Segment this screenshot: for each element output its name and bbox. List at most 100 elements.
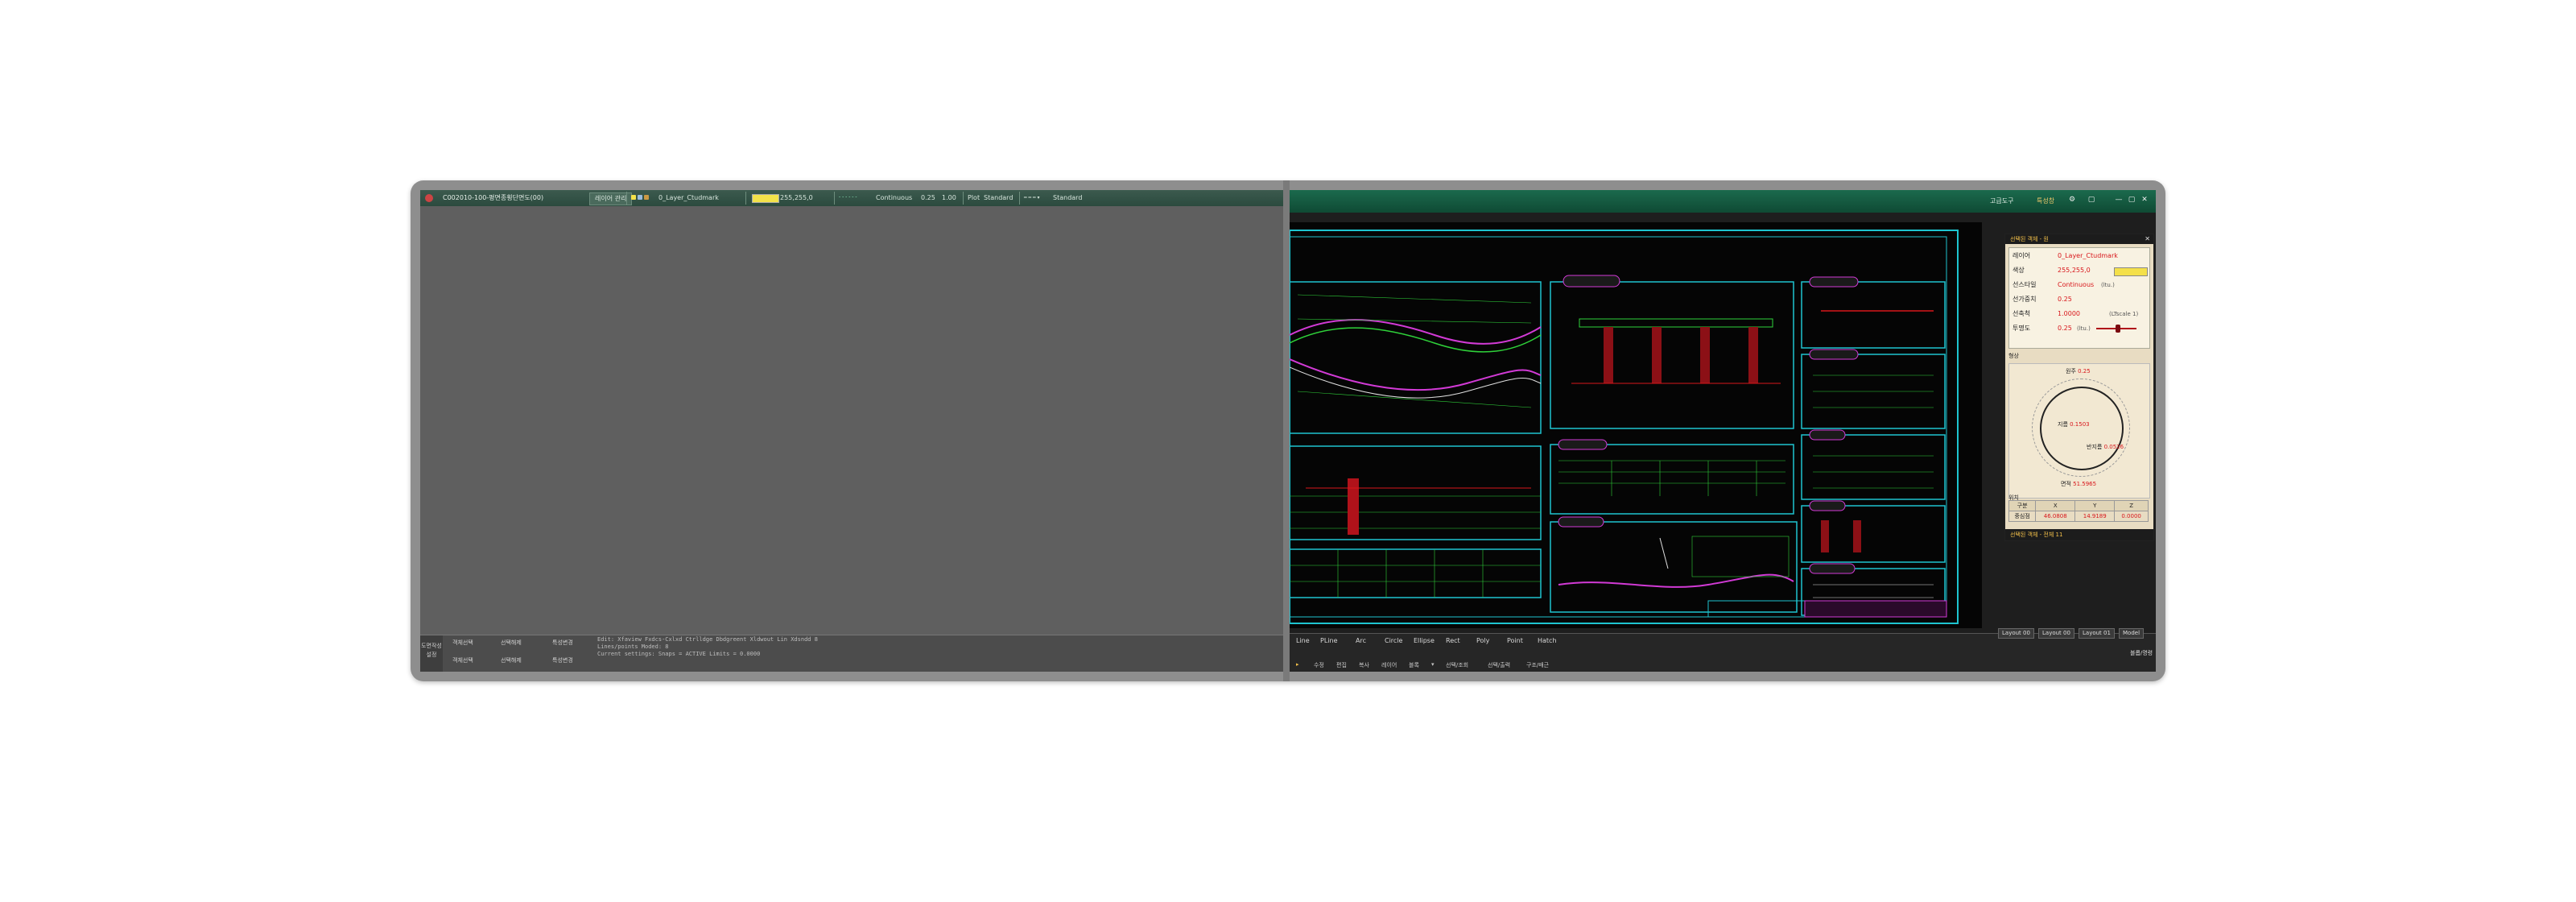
properties-window-label[interactable]: 특성창: [2037, 197, 2054, 205]
left-toolbar: C002010-100-평면종횡단면도(00) 레이어 관리 0_Layer_C…: [420, 190, 1283, 207]
close-icon[interactable]: ✕: [2145, 234, 2150, 244]
lineweight-value[interactable]: 0.25: [921, 192, 935, 204]
select-object-button-2[interactable]: 객체선택: [452, 656, 473, 665]
property-key: 투명도: [2013, 325, 2031, 332]
right-title-bar: 고급도구 특성창 ⚙ ▢ — ▢ ✕: [1290, 190, 2156, 213]
color-value[interactable]: 255,255,0: [780, 192, 813, 204]
cad-drawing-sheet[interactable]: [1290, 222, 1982, 628]
property-row-layer[interactable]: 레이어 0_Layer_Ctudmark: [2013, 250, 2146, 263]
panel-title: 선택된 객체 - 원: [2010, 236, 2049, 242]
monitor-bezel-gap: [1283, 180, 1290, 681]
dual-monitor-frame: C002010-100-평면종횡단면도(00) 레이어 관리 0_Layer_C…: [411, 180, 2165, 681]
linetype-preview-icon: - - - - - -: [839, 194, 857, 200]
property-key: 색상: [2013, 267, 2025, 274]
layer-dropdown[interactable]: 0_Layer_Ctudmark: [658, 192, 719, 204]
panel-header: 선택된 객체 - 원 ✕: [2005, 234, 2153, 244]
property-row-transparency[interactable]: 투명도 0.25 (ltu.): [2013, 322, 2146, 335]
y-value[interactable]: 14.9189: [2074, 511, 2116, 522]
advanced-tools-label[interactable]: 고급도구: [1990, 197, 2013, 205]
command-history[interactable]: Edit: Xfaview Fxdcs-Cxlxd Ctrlldge Dbdgr…: [597, 636, 1274, 668]
maximize-icon[interactable]: ▢: [2127, 195, 2136, 205]
layout-tab[interactable]: Layout 00: [1998, 628, 2034, 639]
deselect-button-2[interactable]: 선택해제: [501, 656, 522, 665]
blob-command-label[interactable]: 블롭/명령: [2130, 649, 2153, 657]
structure-rebar-tab[interactable]: 구조/배근: [1526, 661, 1549, 669]
position-table: 구분 X Y Z 중심점 46.0808 14.9189 0.0000: [2008, 500, 2149, 522]
line-command[interactable]: Line: [1296, 637, 1310, 644]
copy-tab[interactable]: 복사: [1359, 661, 1369, 669]
property-key: 선가중치: [2013, 296, 2037, 303]
deselect-button[interactable]: 선택해제: [501, 639, 522, 648]
plot-style-dropdown[interactable]: Standard: [984, 192, 1013, 204]
model-tab[interactable]: Model: [2119, 628, 2145, 639]
circle-shape[interactable]: [2040, 387, 2124, 470]
property-value: 255,255,0: [2058, 267, 2091, 274]
select-output-tab[interactable]: 선택/출력: [1488, 661, 1510, 669]
property-key: 레이어: [2013, 252, 2031, 259]
select-object-button[interactable]: 객체선택: [452, 639, 473, 648]
slider-handle[interactable]: [2116, 325, 2120, 333]
radius-label: 반지름 0.0526: [2087, 444, 2124, 450]
color-swatch[interactable]: [752, 194, 779, 203]
left-command-area: 도면작성 설정 객체선택 선택해제 특성변경 객체선택 선택해제 특성변경 Ed…: [420, 635, 1283, 672]
change-property-button[interactable]: 특성변경: [552, 639, 573, 648]
linetype-dropdown[interactable]: Continuous: [876, 192, 912, 204]
side-label-draw[interactable]: 도면작성: [420, 642, 443, 651]
file-title[interactable]: C002010-100-평면종횡단면도(00): [443, 192, 543, 204]
layout-tab[interactable]: Layout 00: [2038, 628, 2074, 639]
x-value[interactable]: 46.0808: [2035, 511, 2076, 522]
hatch-command[interactable]: Hatch: [1538, 637, 1557, 644]
point-command[interactable]: Point: [1507, 637, 1523, 644]
toolbar-divider: [626, 192, 627, 205]
command-line: Edit: Xfaview Fxdcs-Cxlxd Ctrlldge Dbdgr…: [597, 636, 818, 643]
panel-footer: 선택된 객체 - 전체 11: [2005, 529, 2153, 540]
app-logo-icon[interactable]: [425, 194, 433, 202]
poly-command[interactable]: Poly: [1476, 637, 1489, 644]
circle-command[interactable]: Circle: [1385, 637, 1402, 644]
ellipse-command[interactable]: Ellipse: [1414, 637, 1435, 644]
panel-footer-text: 선택된 객체 - 전체 11: [2010, 532, 2063, 538]
settings-icon[interactable]: ⚙: [2067, 195, 2077, 205]
left-screen: C002010-100-평면종횡단면도(00) 레이어 관리 0_Layer_C…: [420, 190, 1283, 672]
circumference-value: 0.25: [2078, 368, 2091, 374]
pline-command[interactable]: PLine: [1320, 637, 1338, 644]
property-extra: (ltu.): [2077, 325, 2091, 332]
command-line: Current settings: Snaps = ACTIVE Limits …: [597, 651, 761, 657]
color-swatch[interactable]: [2114, 267, 2148, 276]
side-label-settings[interactable]: 설정: [420, 651, 443, 660]
right-command-bar: Line PLine Arc Circle Ellipse Rect Poly …: [1290, 633, 2156, 672]
shape-section-label: 형상: [2008, 353, 2019, 359]
table-header: Z: [2114, 500, 2149, 511]
property-extra: (LTscale 1): [2109, 311, 2139, 317]
z-value[interactable]: 0.0000: [2114, 511, 2149, 522]
table-header: 구분: [2008, 500, 2037, 511]
close-icon[interactable]: ✕: [2140, 195, 2149, 205]
layer-tab[interactable]: 레이어: [1381, 661, 1397, 669]
property-list: 레이어 0_Layer_Ctudmark 색상 255,255,0 선스타일 C…: [2008, 247, 2150, 349]
toolbar-divider: [834, 192, 835, 205]
right-screen: 고급도구 특성창 ⚙ ▢ — ▢ ✕ Line PLine Arc Circle…: [1290, 190, 2156, 672]
dim-style-dropdown[interactable]: Standard: [1053, 192, 1082, 204]
layout-tab[interactable]: Layout 01: [2079, 628, 2115, 639]
modify-tab[interactable]: 수정: [1314, 661, 1324, 669]
command-line: Lines/points Moded: 8: [597, 643, 669, 650]
edit-tab[interactable]: 편집: [1336, 661, 1347, 669]
property-row-lineweight[interactable]: 선가중치 0.25: [2013, 293, 2146, 306]
block-tab[interactable]: 블록: [1409, 661, 1419, 669]
property-row-color[interactable]: 색상 255,255,0: [2013, 264, 2148, 277]
command-row-2: ▸ 수정 편집 복사 레이어 블록 ▾ 선택/조회 선택/출력 구조/배근: [1290, 660, 1692, 671]
property-row-linescale[interactable]: 선축척 1.0000 (LTscale 1): [2013, 308, 2146, 321]
property-row-linetype[interactable]: 선스타일 Continuous (ltu.): [2013, 279, 2146, 292]
change-property-button-2[interactable]: 특성변경: [552, 656, 573, 665]
rect-command[interactable]: Rect: [1446, 637, 1460, 644]
select-view-tab[interactable]: 선택/조회: [1446, 661, 1468, 669]
restore-icon[interactable]: ▢: [2087, 195, 2096, 205]
arc-command[interactable]: Arc: [1356, 637, 1366, 644]
dropdown-icon[interactable]: ▾: [1431, 661, 1435, 668]
lineweight-scale[interactable]: 1.00: [942, 192, 956, 204]
minimize-icon[interactable]: —: [2114, 195, 2124, 205]
property-key: 선축척: [2013, 310, 2031, 317]
layer-state-icons[interactable]: [631, 192, 650, 204]
left-drawing-canvas[interactable]: [420, 206, 1283, 635]
lightbulb-icon: [631, 195, 636, 200]
